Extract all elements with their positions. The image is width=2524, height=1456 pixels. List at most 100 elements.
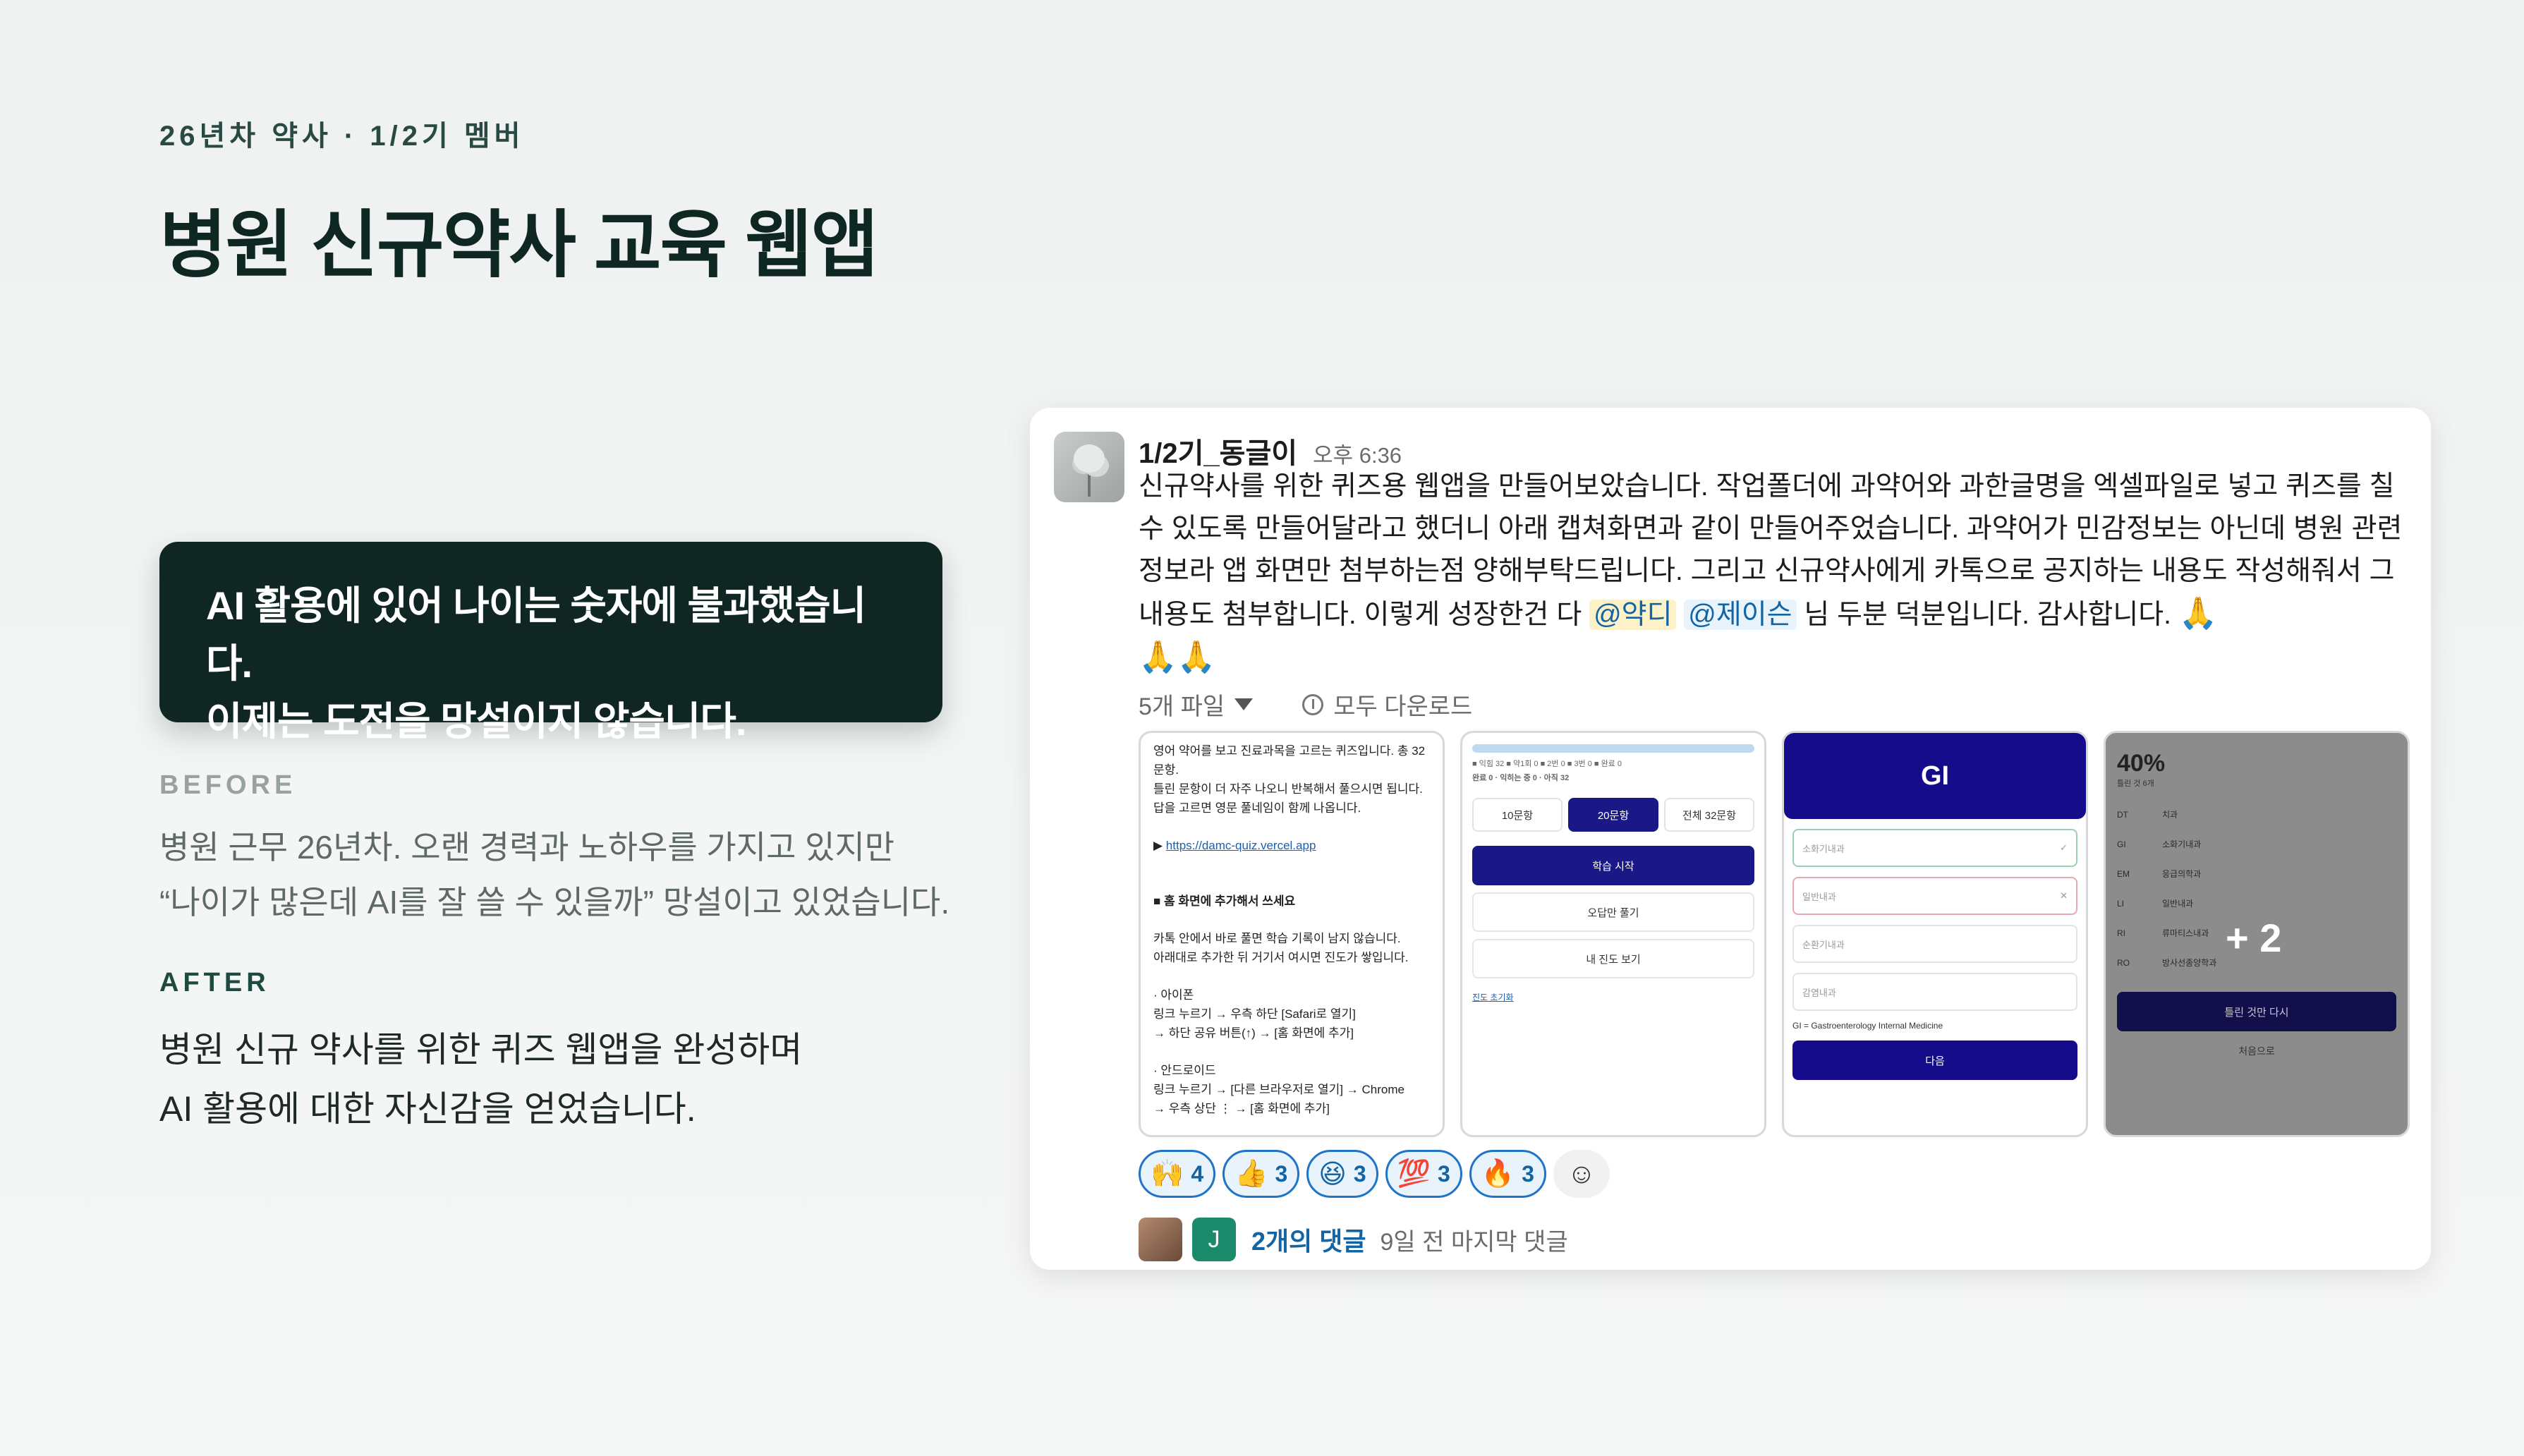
thumb-text: · 안드로이드 [1153,1064,1216,1077]
row-value: 치과 [2162,810,2178,820]
reaction-count: 3 [1438,1160,1450,1187]
row-key: RI [2117,928,2125,938]
row-key: DT [2117,810,2128,820]
before-line-2: “나이가 많은데 AI를 잘 쓸 수 있을까” 망설이고 있었습니다. [159,884,950,921]
before-text: 병원 근무 26년차. 오랜 경력과 노하우를 가지고 있지만 “나이가 많은데… [159,820,949,930]
option-label: 순환기내과 [1802,939,1845,950]
option-label: 감염내과 [1802,987,1836,998]
result-row: GI 소화기내과 [2117,830,2396,859]
after-label: AFTER [159,968,270,997]
file-thumbnail-more[interactable]: 40% 틀린 것 6개 DT 치과 GI 소화기내과 EM 응급의학과 LI 일반내과 … [2104,731,2410,1137]
thumb-text: 답을 고르면 영문 풀네임이 함께 나옵니다. [1153,801,1361,815]
score-sub: 틀린 것 6개 [2117,779,2154,788]
pray-emoji: 🙏 [2178,596,2218,631]
reaction-hundred[interactable]: 💯 3 [1385,1150,1462,1198]
mention-jason[interactable]: @제이슨 [1684,600,1797,630]
flower-icon [1074,444,1105,473]
more-files-count: + 2 [2226,916,2282,960]
retry-button: 틀린 것만 다시 [2117,992,2396,1031]
row-key: LI [2117,899,2125,909]
question-count-toggle: 10문항 20문항 전체 32문항 [1472,798,1754,832]
last-reply-time: 9일 전 마지막 댓글 [1380,1228,1568,1256]
row-value: 소화기내과 [2162,839,2202,849]
question-header: GI [1784,733,2086,819]
before-line-1: 병원 근무 26년차. 오랜 경력과 노하우를 가지고 있지만 [159,829,895,866]
reply-count-link[interactable]: 2개의 댓글 [1251,1221,1366,1258]
replier-avatar-j: J [1192,1218,1236,1261]
check-icon: ✓ [2060,842,2068,853]
progress-bar [1472,744,1754,753]
quiz-link: https://damc-quiz.vercel.app [1165,839,1316,852]
row-value: 응급의학과 [2162,869,2202,879]
reaction-count: 4 [1191,1160,1204,1187]
thumb-text: · 아이폰 [1153,988,1194,1002]
file-thumbnails: 영어 약어를 보고 진료과목을 고르는 퀴즈입니다. 총 32 문항. 틀린 문… [1139,731,2410,1137]
message-card: 1/2기_동글이 오후 6:36 신규약사를 위한 퀴즈용 웹앱을 만들어보았습… [1030,408,2431,1270]
option: 감염내과 [1792,973,2077,1011]
message-body: 신규약사를 위한 퀴즈용 웹앱을 만들어보았습니다. 작업폴더에 과약어와 과한… [1139,466,2408,680]
row-value: 일반내과 [2162,899,2194,909]
thumbs-up-icon: 👍 [1234,1159,1268,1189]
row-key: EM [2117,869,2130,879]
laughing-face-icon: 😆 [1318,1159,1347,1189]
score-percent: 40% [2117,750,2166,777]
add-reaction-button[interactable]: ☺ [1553,1150,1610,1198]
thumb-text: 링크 누르기 → 우측 하단 [Safari로 열기] [1153,1007,1356,1021]
answer-note: GI = Gastroenterology Internal Medicine [1792,1021,1943,1031]
thumb-text: 카톡 안에서 바로 풀면 학습 기록이 남지 않습니다. [1153,932,1401,945]
after-line-1: 병원 신규 약사를 위한 퀴즈 웹앱을 완성하며 [159,1030,803,1069]
replier-avatar-photo [1139,1218,1182,1261]
result-row: DT 치과 [2117,800,2396,830]
reaction-raised-hands[interactable]: 🙌 4 [1139,1150,1216,1198]
reaction-thumbs-up[interactable]: 👍 3 [1222,1150,1300,1198]
file-thumbnail-1[interactable]: 영어 약어를 보고 진료과목을 고르는 퀴즈입니다. 총 32 문항. 틀린 문… [1139,731,1445,1137]
x-icon: ✕ [2060,890,2068,901]
row-key: GI [2117,839,2126,849]
message-text-2: 님 두분 덕분입니다. 감사합니다. [1796,600,2171,630]
quote-line-1: AI 활용에 있어 나이는 숫자에 불과했습니다. [206,583,866,686]
reaction-fire[interactable]: 🔥 3 [1469,1150,1546,1198]
option-wrong: 일반내과 ✕ [1792,877,2077,915]
thumb-stats-1: ■ 익힘 32 ■ 약1회 0 ■ 2번 0 ■ 3번 0 ■ 완료 0 [1472,760,1622,768]
mention-yakdi[interactable]: @약디 [1589,600,1677,630]
progress-button: 내 진도 보기 [1472,939,1754,978]
quote-line-2: 이제는 도전을 망설이지 않습니다. [206,699,747,744]
caret-down-icon[interactable] [1234,698,1254,710]
reset-link: 진도 초기화 [1472,993,1514,1002]
row-key: RO [2117,958,2130,968]
thread-replies[interactable]: J 2개의 댓글 9일 전 마지막 댓글 [1139,1218,1568,1261]
download-icon[interactable] [1302,693,1324,715]
author-avatar[interactable] [1054,432,1124,502]
page-title: 병원 신규약사 교육 웹앱 [159,205,878,286]
message-time[interactable]: 오후 6:36 [1313,437,1402,469]
thumb-link-line: ▶ https://damc-quiz.vercel.app [1153,839,1316,852]
reactions-bar: 🙌 4 👍 3 😆 3 💯 3 🔥 3 ☺ [1139,1150,1610,1198]
home-button: 처음으로 [2238,1045,2275,1057]
next-button: 다음 [1792,1041,2077,1080]
file-thumbnail-2[interactable]: ■ 익힘 32 ■ 약1회 0 ■ 2번 0 ■ 3번 0 ■ 완료 0 완료 … [1460,731,1766,1137]
thumb-text: → 우측 상단 ⋮ → [홈 화면에 추가] [1153,1102,1330,1115]
download-all-link[interactable]: 모두 다운로드 [1333,687,1472,722]
after-text: 병원 신규 약사를 위한 퀴즈 웹앱을 완성하며 AI 활용에 대한 자신감을 … [159,1020,802,1139]
option-correct: 소화기내과 ✓ [1792,829,2077,867]
quote-box: AI 활용에 있어 나이는 숫자에 불과했습니다. 이제는 도전을 망설이지 않… [159,542,942,744]
files-bar: 5개 파일 모두 다운로드 [1139,687,1472,722]
before-label: BEFORE [159,770,297,800]
reaction-laughing[interactable]: 😆 3 [1306,1150,1378,1198]
seg-32: 전체 32문항 [1664,798,1754,832]
pray-emoji-2: 🙏🙏 [1139,640,1216,674]
thumb-text: 틀린 문항이 더 자주 나오니 반복해서 풀으시면 됩니다. [1153,782,1423,796]
reaction-count: 3 [1275,1160,1288,1187]
seg-10: 10문항 [1472,798,1563,832]
file-thumbnail-3[interactable]: GI 소화기내과 ✓ 일반내과 ✕ 순환기내과 감염내과 GI = Gastroen… [1782,731,2088,1137]
files-count[interactable]: 5개 파일 [1139,687,1225,722]
reaction-count: 3 [1522,1160,1534,1187]
fire-icon: 🔥 [1481,1159,1515,1189]
thumb-text: 링크 누르기 → [다른 브라우저로 열기] → Chrome [1153,1083,1404,1096]
raised-hands-icon: 🙌 [1151,1159,1184,1189]
thumb-text: 아래대로 추가한 뒤 거기서 여시면 진도가 쌓입니다. [1153,951,1409,964]
thumb-heading: ■ 홈 화면에 추가해서 쓰세요 [1153,894,1296,908]
option: 순환기내과 [1792,925,2077,963]
thumb-text: 문항. [1153,763,1179,777]
hundred-icon: 💯 [1397,1159,1431,1189]
